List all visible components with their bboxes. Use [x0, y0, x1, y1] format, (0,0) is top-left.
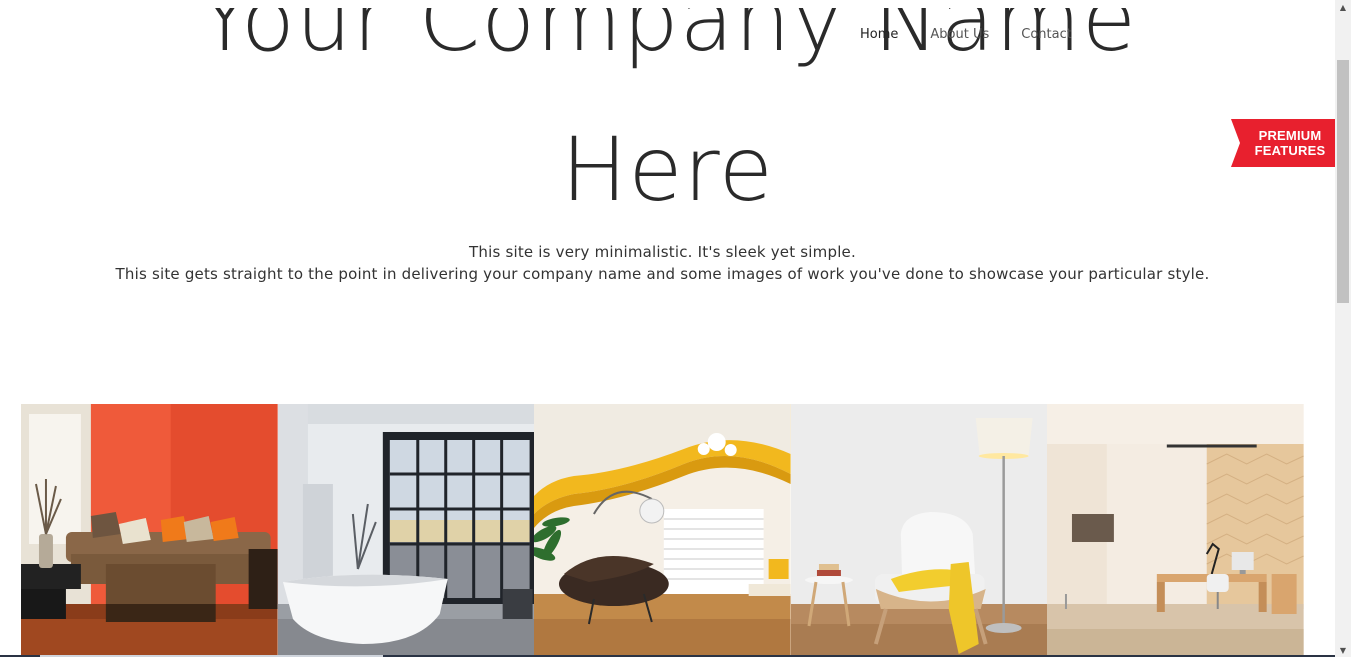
nav-link-home[interactable]: Home	[860, 27, 898, 42]
modern-room-image	[534, 404, 791, 657]
vertical-scrollbar[interactable]: ▲ ▼	[1335, 0, 1351, 657]
tagline-line-2: This site gets straight to the point in …	[115, 265, 1210, 283]
gallery-image-modern-room[interactable]	[534, 404, 791, 657]
heading-line-2: Here	[561, 118, 774, 221]
nav-link-about-us[interactable]: About Us	[930, 27, 989, 42]
tagline: This site is very minimalistic. It's sle…	[0, 241, 1325, 285]
nav-link-contact[interactable]: Contact	[1021, 27, 1072, 42]
premium-label-line-2: FEATURES	[1254, 143, 1326, 158]
scrollbar-thumb[interactable]	[1337, 60, 1349, 303]
premium-label-line-1: PREMIUM	[1258, 128, 1322, 143]
gallery-image-bathroom[interactable]	[277, 404, 535, 657]
armchair-image	[790, 404, 1048, 657]
tagline-line-1: This site is very minimalistic. It's sle…	[469, 243, 856, 261]
top-nav: Home About Us Contact	[0, 0, 1335, 70]
scroll-down-arrow-icon[interactable]: ▼	[1335, 643, 1351, 657]
premium-features-button[interactable]: PREMIUM FEATURES	[1231, 119, 1335, 167]
portfolio-gallery	[21, 404, 1304, 657]
page: Home About Us Contact Your Company Name …	[0, 0, 1351, 657]
living-room-image	[21, 404, 278, 657]
bathroom-image	[277, 404, 535, 657]
gallery-image-living-room[interactable]	[21, 404, 278, 657]
premium-features-label: PREMIUM FEATURES	[1247, 128, 1333, 158]
office-image	[1047, 404, 1304, 657]
scroll-up-arrow-icon[interactable]: ▲	[1335, 0, 1351, 14]
nav-menu: Home About Us Contact	[860, 27, 1072, 42]
gallery-image-armchair[interactable]	[790, 404, 1048, 657]
gallery-image-office[interactable]	[1047, 404, 1304, 657]
